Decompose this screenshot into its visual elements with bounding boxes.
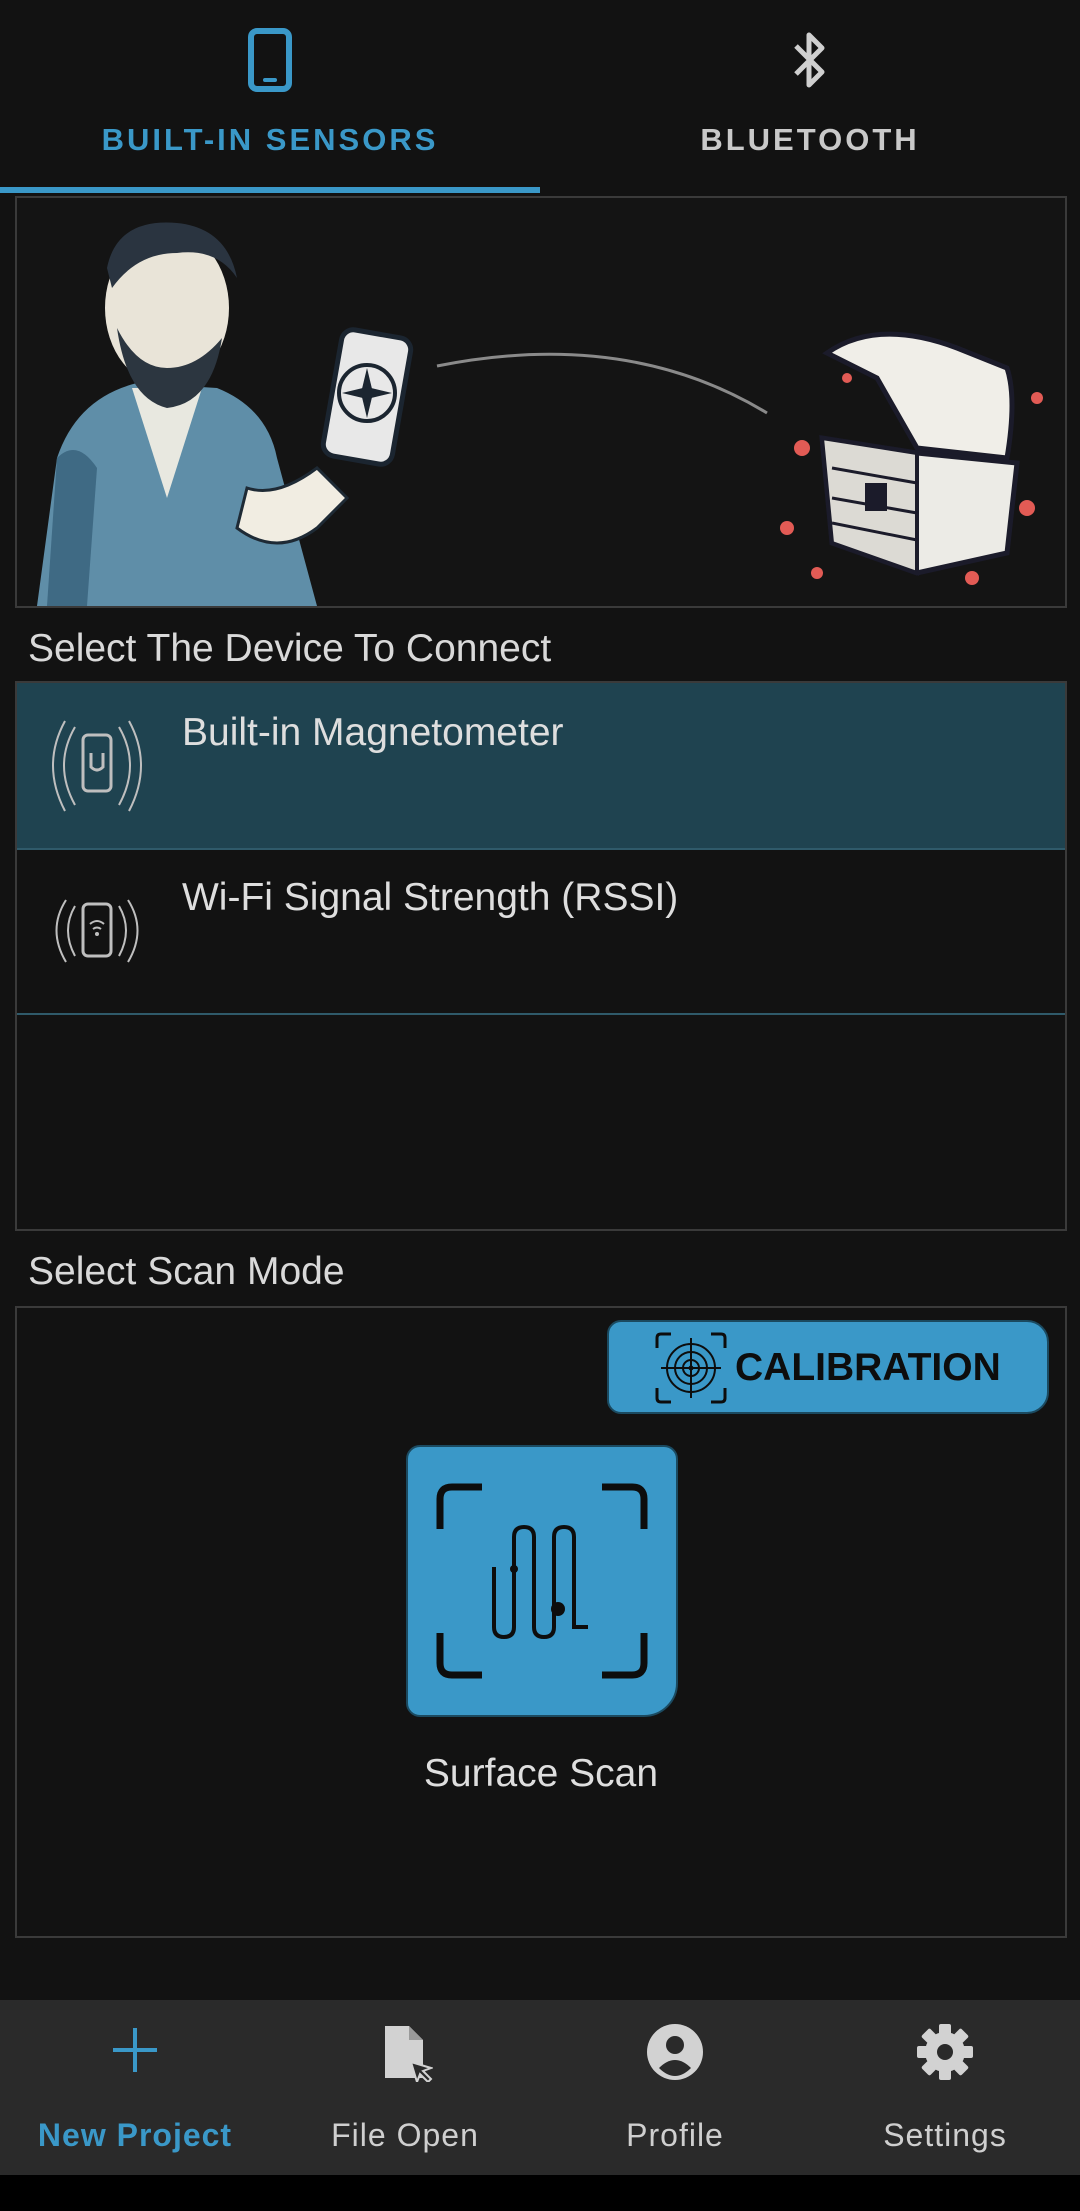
surface-scan-label: Surface Scan [423, 1752, 659, 1795]
surface-scan-button[interactable] [406, 1445, 678, 1717]
device-list: Built-in Magnetometer Wi-Fi Signal Stren… [15, 681, 1067, 1231]
plus-icon [107, 2022, 163, 2083]
device-label: Wi-Fi Signal Strength (RSSI) [182, 876, 679, 919]
device-row-wifi-rssi[interactable]: Wi-Fi Signal Strength (RSSI) [17, 848, 1065, 1015]
tab-built-in-sensors[interactable]: BUILT-IN SENSORS [0, 0, 540, 193]
device-label: Built-in Magnetometer [182, 711, 564, 754]
sensor-source-tabs: BUILT-IN SENSORS BLUETOOTH [0, 0, 1080, 193]
nav-file-open[interactable]: File Open [270, 2000, 540, 2175]
nav-profile[interactable]: Profile [540, 2000, 810, 2175]
scan-section-title: Select Scan Mode [28, 1250, 345, 1293]
surface-scan-icon [436, 1483, 648, 1679]
smartphone-icon [248, 28, 292, 97]
nav-label: Profile [626, 2117, 724, 2153]
active-tab-indicator [0, 187, 540, 193]
treasure-hunt-illustration [15, 196, 1067, 608]
magnetometer-phone-icon [49, 713, 145, 817]
tab-built-in-sensors-label: BUILT-IN SENSORS [101, 122, 439, 157]
tab-bluetooth-label: BLUETOOTH [700, 122, 920, 157]
calibration-label: CALIBRATION [735, 1346, 1001, 1389]
calibration-button[interactable]: CALIBRATION [607, 1320, 1049, 1414]
treasure-chest-illustration [780, 331, 1043, 585]
device-row-built-in-magnetometer[interactable]: Built-in Magnetometer [17, 683, 1065, 850]
bluetooth-icon [788, 28, 832, 97]
gear-icon [915, 2022, 975, 2087]
tab-bluetooth[interactable]: BLUETOOTH [540, 0, 1080, 193]
nav-label: Settings [883, 2117, 1007, 2153]
phone-compass-illustration [320, 327, 414, 467]
nav-settings[interactable]: Settings [810, 2000, 1080, 2175]
man-with-phone-illustration [37, 222, 350, 606]
system-navigation-bar [0, 2175, 1080, 2211]
target-icon [653, 1330, 729, 1411]
wifi-phone-icon [49, 878, 145, 982]
file-open-icon [377, 2022, 435, 2087]
bottom-navigation: New Project File Open Profile Settings [0, 2000, 1080, 2175]
nav-label: New Project [37, 2117, 233, 2153]
nav-label: File Open [331, 2117, 479, 2153]
profile-icon [645, 2022, 705, 2087]
device-section-title: Select The Device To Connect [28, 627, 552, 670]
scan-mode-panel: CALIBRATION Surface Scan [15, 1306, 1067, 1938]
nav-new-project[interactable]: New Project [0, 2000, 270, 2175]
